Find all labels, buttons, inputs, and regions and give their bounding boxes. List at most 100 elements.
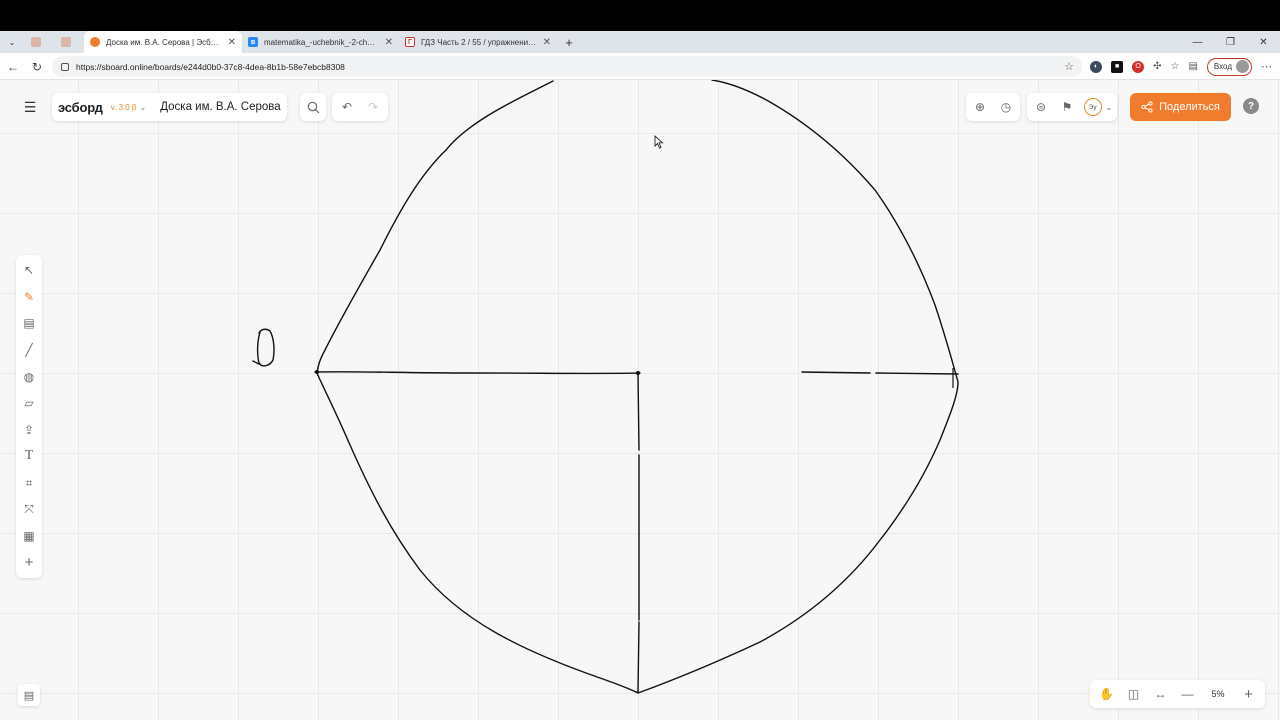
url-text: https://sboard.online/boards/e244d0b0-37… bbox=[76, 61, 345, 72]
notes-icon: ▤ bbox=[23, 689, 35, 702]
undo-icon[interactable]: ↶ bbox=[334, 94, 360, 120]
back-icon[interactable]: ← bbox=[1, 55, 25, 79]
address-bar: ← ↻ https://sboard.online/boards/e244d0b… bbox=[0, 53, 1280, 80]
crop-tool-icon[interactable]: ⌗ bbox=[16, 470, 42, 497]
search-icon bbox=[307, 101, 319, 113]
history-clock-icon[interactable]: ◷ bbox=[993, 94, 1019, 120]
share-button[interactable]: Поделиться bbox=[1130, 93, 1231, 121]
hamburger-icon: ☰ bbox=[23, 98, 37, 115]
table-tool-icon[interactable]: ▦ bbox=[16, 523, 42, 550]
board-header: эсборд v. 3.0 β ⌄ Доска им. В.А. Серова bbox=[52, 93, 287, 121]
share-label: Поделиться bbox=[1159, 101, 1220, 113]
tab-title: matematika_-uchebnik_-2-ch_-5-... bbox=[264, 37, 379, 47]
restore-icon[interactable]: ❐ bbox=[1214, 31, 1247, 53]
vertical-radius-stroke bbox=[637, 372, 640, 693]
share-icon bbox=[1141, 101, 1153, 113]
close-window-icon[interactable]: ✕ bbox=[1247, 31, 1280, 53]
user-menu[interactable]: Эу ⌄ bbox=[1080, 94, 1116, 120]
add-timer-icon[interactable]: ⊕ bbox=[967, 94, 993, 120]
horizontal-radius-right-stroke bbox=[801, 371, 959, 375]
esboard-icon bbox=[90, 37, 100, 47]
site-info-icon[interactable] bbox=[60, 62, 70, 72]
brand-logo: эсборд bbox=[58, 99, 103, 115]
browser-extensions: ◐ ■ O ✣ ☆ ▤ Вход ⋯ bbox=[1090, 56, 1272, 77]
presentation-panel: ⊜ ⚑ Эу ⌄ bbox=[1027, 93, 1117, 121]
notes-button[interactable]: ▤ bbox=[18, 684, 40, 706]
new-tab-button[interactable]: + bbox=[557, 31, 581, 53]
more-menu-icon[interactable]: ⋯ bbox=[1261, 60, 1272, 73]
avatar bbox=[1236, 60, 1249, 73]
close-tab-icon[interactable]: ✕ bbox=[385, 37, 393, 48]
zoom-out-icon[interactable]: — bbox=[1174, 681, 1201, 707]
favorites-icon[interactable]: ☆ bbox=[1170, 61, 1179, 72]
collections-icon[interactable]: ▤ bbox=[1188, 61, 1197, 72]
reload-icon[interactable]: ↻ bbox=[25, 55, 49, 79]
opera-extension-icon[interactable]: O bbox=[1132, 60, 1145, 73]
tab-title: ГДЗ Часть 2 / 55 / упражнение 5 bbox=[421, 37, 537, 47]
sticker-tool-icon[interactable]: ▱ bbox=[16, 390, 42, 417]
fit-width-icon[interactable]: ↔ bbox=[1147, 681, 1174, 707]
help-button[interactable]: ? bbox=[1243, 98, 1259, 114]
letterbox-top bbox=[0, 0, 1280, 31]
search-button[interactable] bbox=[300, 93, 326, 121]
main-menu-button[interactable]: ☰ bbox=[16, 94, 44, 120]
browser-tab[interactable]: в matematika_-uchebnik_-2-ch_-5-... ✕ bbox=[242, 31, 399, 53]
horizontal-radius-stroke bbox=[314, 371, 641, 375]
favorite-star-icon[interactable]: ☆ bbox=[1064, 60, 1074, 73]
window-controls: — ❐ ✕ bbox=[1181, 31, 1280, 53]
board-actions-panel: ⊕ ◷ bbox=[966, 93, 1020, 121]
browser-tab[interactable]: Г ГДЗ Часть 2 / 55 / упражнение 5 ✕ bbox=[399, 31, 557, 53]
page-icon bbox=[61, 37, 71, 47]
redo-icon[interactable]: ↷ bbox=[360, 94, 386, 120]
browser-tab-pinned-1[interactable] bbox=[24, 31, 54, 53]
extension-icon[interactable]: ■ bbox=[1111, 60, 1124, 73]
hand-tool-icon[interactable]: ✋ bbox=[1093, 681, 1120, 707]
handwritten-letter-o bbox=[252, 328, 275, 367]
page-icon bbox=[31, 37, 41, 47]
gdz-icon: Г bbox=[405, 37, 415, 47]
center-dot bbox=[636, 371, 640, 375]
shapes-tool-icon[interactable]: ◍ bbox=[16, 363, 42, 390]
login-label: Вход bbox=[1213, 62, 1232, 71]
upload-tool-icon[interactable]: ⇪ bbox=[16, 417, 42, 444]
drawing-layer bbox=[252, 80, 959, 694]
minimize-icon[interactable]: — bbox=[1181, 31, 1214, 53]
browser-tab-active[interactable]: Доска им. В.А. Серова | Эсборд ✕ bbox=[84, 31, 242, 53]
browser-tab-strip: ⌄ Доска им. В.А. Серова | Эсборд ✕ в mat… bbox=[0, 31, 1280, 53]
follow-mode-icon[interactable]: ⊜ bbox=[1028, 94, 1054, 120]
browser-tab-pinned-2[interactable] bbox=[54, 31, 84, 53]
reactions-icon[interactable]: ⚑ bbox=[1054, 94, 1080, 120]
zoom-level[interactable]: 5% bbox=[1201, 689, 1235, 699]
close-tab-icon[interactable]: ✕ bbox=[543, 37, 551, 48]
chevron-down-icon: ⌄ bbox=[139, 102, 147, 112]
chevron-down-icon: ⌄ bbox=[1105, 102, 1113, 112]
whiteboard-canvas[interactable]: ☰ эсборд v. 3.0 β ⌄ Доска им. В.А. Серов… bbox=[0, 80, 1280, 720]
line-tool-icon[interactable]: ╱ bbox=[16, 337, 42, 364]
connector-tool-icon[interactable]: ⤧ bbox=[16, 496, 42, 523]
login-button[interactable]: Вход bbox=[1206, 57, 1252, 76]
frame-tool-icon[interactable]: ▤ bbox=[16, 310, 42, 337]
version-selector[interactable]: v. 3.0 β ⌄ bbox=[111, 103, 147, 112]
tools-toolbar: ↖ ✎ ▤ ╱ ◍ ▱ ⇪ T ⌗ ⤧ ▦ + bbox=[16, 255, 42, 578]
user-avatar: Эу bbox=[1083, 98, 1102, 116]
extensions-puzzle-icon[interactable]: ✣ bbox=[1153, 61, 1161, 72]
tab-list-button[interactable]: ⌄ bbox=[0, 31, 24, 53]
extension-icon[interactable]: ◐ bbox=[1090, 60, 1103, 73]
select-tool-icon[interactable]: ↖ bbox=[16, 257, 42, 284]
vk-icon: в bbox=[248, 37, 258, 47]
url-field[interactable]: https://sboard.online/boards/e244d0b0-37… bbox=[52, 56, 1082, 77]
mouse-cursor-icon bbox=[654, 135, 664, 149]
history-controls: ↶ ↷ bbox=[332, 93, 388, 121]
board-title[interactable]: Доска им. В.А. Серова bbox=[160, 101, 280, 113]
text-tool-icon[interactable]: T bbox=[16, 443, 42, 470]
zoom-controls: ✋ ◫ ↔ — 5% + bbox=[1090, 680, 1265, 708]
tab-title: Доска им. В.А. Серова | Эсборд bbox=[106, 37, 222, 47]
endpoint-dot bbox=[315, 370, 319, 374]
close-tab-icon[interactable]: ✕ bbox=[228, 37, 236, 48]
zoom-in-icon[interactable]: + bbox=[1235, 681, 1262, 707]
version-label: v. 3.0 β bbox=[110, 102, 137, 112]
help-label: ? bbox=[1247, 100, 1255, 112]
minimap-icon[interactable]: ◫ bbox=[1120, 681, 1147, 707]
marker-tool-icon[interactable]: ✎ bbox=[16, 284, 42, 311]
more-tools-icon[interactable]: + bbox=[16, 550, 42, 577]
